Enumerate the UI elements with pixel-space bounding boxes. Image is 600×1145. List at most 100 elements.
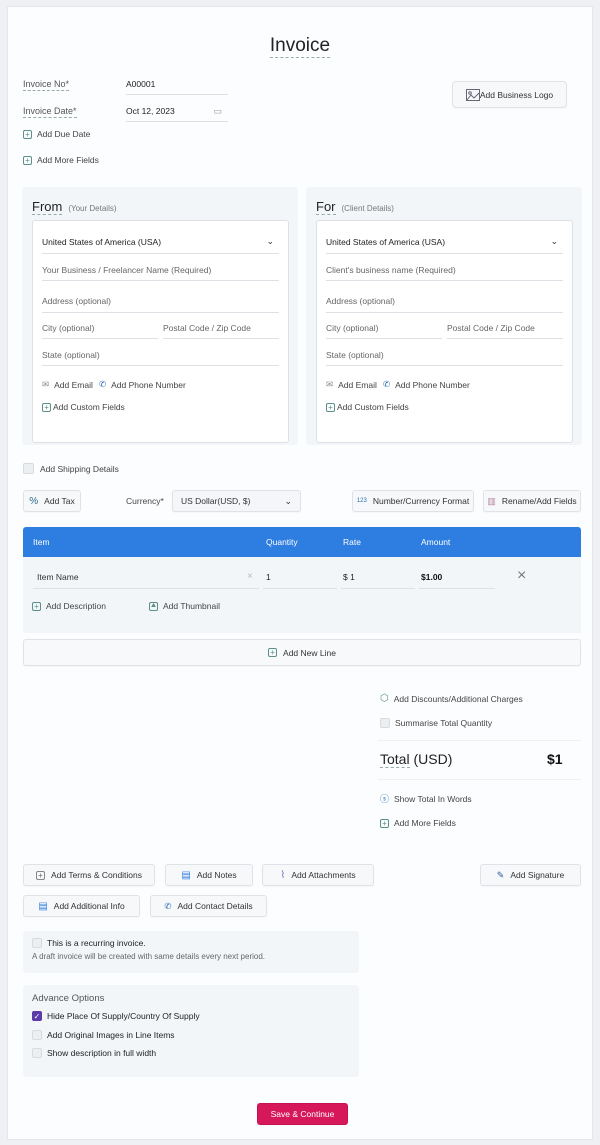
invoice-date-field[interactable]: Oct 12, 2023 ▭ (126, 106, 228, 122)
summarise-quantity-checkbox[interactable]: Summarise Total Quantity (380, 718, 492, 728)
column-amount: Amount (421, 537, 451, 547)
add-business-logo-button[interactable]: Add Business Logo (452, 81, 567, 108)
advance-option-original-images[interactable]: Add Original Images in Line Items (32, 1030, 175, 1040)
total-label: Total (USD) (380, 751, 453, 768)
advance-options-panel: Advance Options ✓ Hide Place Of Supply/Co… (23, 985, 359, 1077)
from-add-custom-link[interactable]: + Add Custom Fields (42, 402, 125, 412)
remove-row-icon[interactable]: × (517, 567, 526, 585)
checkbox[interactable] (380, 718, 390, 728)
plus-icon: + (23, 155, 32, 165)
add-terms-button[interactable]: + Add Terms & Conditions (23, 864, 155, 886)
invoice-no-label: Invoice No* (23, 79, 70, 91)
from-city-input[interactable]: City (optional) (42, 323, 94, 333)
currency-select[interactable]: US Dollar(USD, $) ⌄ (172, 490, 301, 512)
from-card: United States of America (USA) ⌄ Your Bu… (32, 220, 289, 443)
chevron-down-icon[interactable]: ⌄ (266, 236, 274, 247)
add-notes-button[interactable]: ▤ Add Notes (165, 864, 253, 886)
advance-options-title: Advance Options (32, 993, 105, 1004)
add-more-fields-link[interactable]: + Add More Fields (23, 155, 99, 165)
advance-option-full-width[interactable]: Show description in full width (32, 1048, 156, 1058)
add-additional-info-button[interactable]: ▤ Add Additional Info (23, 895, 140, 917)
from-state-input[interactable]: State (optional) (42, 350, 100, 360)
show-total-words-link[interactable]: ⓢ Show Total In Words (380, 792, 472, 805)
for-add-phone-link[interactable]: ✆ Add Phone Number (383, 379, 470, 390)
from-address-input[interactable]: Address (optional) (42, 296, 111, 306)
invoice-page: Invoice Invoice No* A00001 Invoice Date*… (7, 6, 593, 1140)
mail-icon: ✉ (42, 379, 50, 389)
table-icon: ▥ (487, 495, 496, 506)
document-icon: ▤ (38, 900, 48, 912)
for-postal-input[interactable]: Postal Code / Zip Code (447, 323, 535, 333)
for-address-input[interactable]: Address (optional) (326, 296, 395, 306)
add-due-date-link[interactable]: + Add Due Date (23, 129, 90, 139)
column-quantity: Quantity (266, 537, 298, 547)
from-add-phone-link[interactable]: ✆ Add Phone Number (99, 379, 186, 390)
from-postal-input[interactable]: Postal Code / Zip Code (163, 323, 251, 333)
from-country-select[interactable]: United States of America (USA) (42, 237, 161, 247)
from-header: From (Your Details) (32, 199, 117, 215)
plus-icon: + (380, 818, 389, 828)
checkbox[interactable] (32, 1030, 42, 1040)
save-continue-button[interactable]: Save & Continue (257, 1103, 348, 1125)
for-add-email-link[interactable]: ✉ Add Email (326, 379, 377, 390)
for-name-input[interactable]: Client's business name (Required) (326, 265, 456, 275)
advance-option-hide-supply[interactable]: ✓ Hide Place Of Supply/Country Of Supply (32, 1011, 200, 1021)
add-new-line-button[interactable]: + Add New Line (23, 639, 581, 666)
summary-add-more-fields-link[interactable]: + Add More Fields (380, 818, 456, 828)
add-thumbnail-link[interactable]: ⛰ Add Thumbnail (149, 601, 220, 611)
from-panel: From (Your Details) United States of Amer… (22, 187, 298, 445)
add-signature-button[interactable]: ✎ Add Signature (480, 864, 581, 886)
clear-icon[interactable]: × (247, 571, 253, 582)
add-tax-button[interactable]: % Add Tax (23, 490, 81, 512)
recurring-checkbox[interactable]: This is a recurring invoice. (32, 938, 146, 948)
for-header: For (Client Details) (316, 199, 394, 215)
checkbox[interactable] (32, 1048, 42, 1058)
invoice-no-field[interactable]: A00001 (126, 79, 228, 95)
plus-icon: + (35, 870, 45, 880)
recurring-panel: This is a recurring invoice. A draft inv… (23, 931, 359, 973)
shipping-checkbox[interactable]: Add Shipping Details (23, 463, 119, 474)
checkbox-checked[interactable]: ✓ (32, 1011, 42, 1021)
add-attachments-button[interactable]: ⌇ Add Attachments (262, 864, 374, 886)
from-name-input[interactable]: Your Business / Freelancer Name (Require… (42, 265, 211, 275)
phone-icon: ✆ (99, 379, 107, 389)
image-icon (465, 88, 480, 101)
total-value: $1 (547, 751, 563, 767)
image-icon: ⛰ (149, 601, 158, 611)
phone-icon: ✆ (383, 379, 391, 389)
number-format-button[interactable]: 123 Number/Currency Format (352, 490, 474, 512)
pen-icon: ✎ (496, 869, 505, 880)
add-description-link[interactable]: + Add Description (32, 601, 106, 611)
item-name-input[interactable]: Item Name (37, 572, 79, 582)
for-add-custom-link[interactable]: + Add Custom Fields (326, 402, 409, 412)
plus-icon: + (268, 648, 278, 657)
for-country-select[interactable]: United States of America (USA) (326, 237, 445, 247)
for-panel: For (Client Details) United States of Ame… (306, 187, 582, 445)
dollar-circle-icon: ⓢ (380, 794, 390, 804)
paperclip-icon: ⌇ (280, 869, 286, 881)
currency-label: Currency* (126, 496, 164, 506)
add-discounts-link[interactable]: ⬡ Add Discounts/Additional Charges (380, 693, 523, 704)
page-title: Invoice (269, 35, 331, 58)
plus-icon: + (326, 402, 335, 412)
checkbox[interactable] (32, 938, 42, 948)
quantity-input[interactable]: 1 (266, 572, 271, 582)
calendar-icon[interactable]: ▭ (213, 106, 222, 117)
from-add-email-link[interactable]: ✉ Add Email (42, 379, 93, 390)
items-table-header: Item Quantity Rate Amount (23, 527, 581, 557)
add-contact-details-button[interactable]: ✆ Add Contact Details (150, 895, 267, 917)
for-city-input[interactable]: City (optional) (326, 323, 378, 333)
plus-icon: + (32, 601, 41, 611)
for-state-input[interactable]: State (optional) (326, 350, 384, 360)
chevron-down-icon[interactable]: ⌄ (550, 236, 558, 247)
for-card: United States of America (USA) ⌄ Client'… (316, 220, 573, 443)
invoice-date-label: Invoice Date* (23, 106, 77, 118)
checkbox[interactable] (23, 463, 34, 474)
mail-icon: ✉ (326, 379, 334, 389)
number-icon: 123 (356, 498, 367, 504)
plus-icon: + (42, 402, 51, 412)
plus-icon: + (23, 129, 32, 139)
chevron-down-icon: ⌄ (284, 495, 292, 506)
rate-input[interactable]: $ 1 (343, 572, 355, 582)
rename-fields-button[interactable]: ▥ Rename/Add Fields (483, 490, 581, 512)
